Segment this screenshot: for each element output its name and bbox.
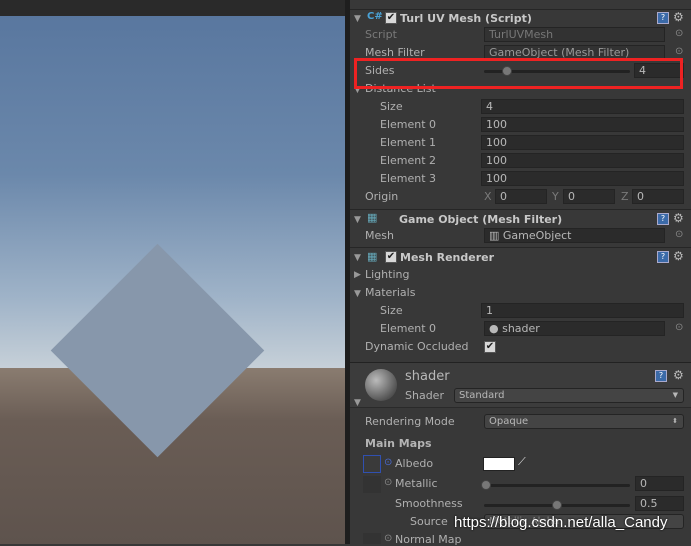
collapse-triangle-icon[interactable]: ▼ <box>354 398 361 408</box>
materials-size-label: Size <box>380 304 403 317</box>
texture-picker-icon[interactable]: ⊙ <box>384 533 392 544</box>
element-input[interactable]: 100 <box>481 171 684 186</box>
object-picker-icon[interactable]: ⊙ <box>675 322 683 333</box>
albedo-color-swatch[interactable] <box>483 457 515 471</box>
y-label: Y <box>552 190 559 203</box>
scene-toolbar <box>0 0 345 16</box>
texture-picker-icon[interactable]: ⊙ <box>384 477 392 488</box>
metallic-slider[interactable] <box>484 484 630 487</box>
origin-label: Origin <box>365 190 399 203</box>
element-label: Element 1 <box>380 136 437 149</box>
gear-icon[interactable]: ⚙ <box>673 10 684 24</box>
smoothness-slider-thumb[interactable] <box>552 500 562 510</box>
dynamic-occluded-label: Dynamic Occluded <box>365 340 469 353</box>
mesh-renderer-icon: ▦ <box>367 250 378 263</box>
mesh-label: Mesh <box>365 229 394 242</box>
x-label: X <box>484 190 492 203</box>
texture-picker-icon[interactable]: ⊙ <box>384 457 392 468</box>
object-picker-icon[interactable]: ⊙ <box>675 46 683 57</box>
scene-view[interactable] <box>0 0 345 544</box>
metallic-slider-thumb[interactable] <box>481 480 491 490</box>
collapse-triangle-icon[interactable]: ▼ <box>354 14 361 24</box>
element-label: Element 3 <box>380 172 437 185</box>
smoothness-label: Smoothness <box>395 497 463 510</box>
collapse-triangle-icon[interactable]: ▼ <box>354 253 361 263</box>
albedo-label: Albedo <box>395 457 434 470</box>
smoothness-input[interactable]: 0.5 <box>635 496 684 511</box>
albedo-texture-slot[interactable] <box>363 455 381 473</box>
origin-y-input[interactable]: 0 <box>563 189 615 204</box>
help-icon[interactable]: ? <box>657 213 669 225</box>
metallic-input[interactable]: 0 <box>635 476 684 491</box>
component-title: Game Object (Mesh Filter) <box>399 213 563 226</box>
material-name: shader <box>405 369 450 384</box>
gear-icon[interactable]: ⚙ <box>673 211 684 225</box>
materials-foldout[interactable]: Materials <box>365 286 415 299</box>
gear-icon[interactable]: ⚙ <box>673 368 684 382</box>
origin-x-input[interactable]: 0 <box>495 189 547 204</box>
size-input[interactable]: 4 <box>481 99 684 114</box>
material-field[interactable]: ● shader <box>484 321 665 336</box>
renderer-enabled-checkbox[interactable]: ✔ <box>385 251 397 263</box>
mesh-filter-icon: ▦ <box>367 211 378 224</box>
material-preview-sphere <box>365 369 397 401</box>
normal-map-label: Normal Map <box>395 533 462 546</box>
component-title: Mesh Renderer <box>400 251 495 264</box>
object-picker-icon[interactable]: ⊙ <box>675 229 683 240</box>
eyedropper-icon[interactable]: ⟋ <box>518 455 526 469</box>
element-input[interactable]: 100 <box>481 117 684 132</box>
normal-map-texture-slot[interactable] <box>363 533 381 544</box>
origin-z-input[interactable]: 0 <box>632 189 684 204</box>
collapse-triangle-icon[interactable]: ▼ <box>354 289 361 299</box>
main-maps-heading: Main Maps <box>365 437 432 450</box>
shader-dropdown[interactable]: Standard ▼ <box>454 388 684 403</box>
expand-triangle-icon[interactable]: ▶ <box>354 270 361 280</box>
element-input[interactable]: 100 <box>481 135 684 150</box>
element-input[interactable]: 100 <box>481 153 684 168</box>
materials-size-input[interactable]: 1 <box>481 303 684 318</box>
collapse-triangle-icon[interactable]: ▼ <box>354 215 361 225</box>
watermark: https://blog.csdn.net/alla_Candy <box>454 514 668 531</box>
highlight-box <box>354 58 683 89</box>
size-label: Size <box>380 100 403 113</box>
mesh-field[interactable]: ▥ GameObject <box>484 228 665 243</box>
component-title: Turl UV Mesh (Script) <box>400 12 532 25</box>
lighting-foldout[interactable]: Lighting <box>365 268 409 281</box>
dynamic-occluded-checkbox[interactable]: ✔ <box>484 341 496 353</box>
metallic-texture-slot[interactable] <box>363 476 381 493</box>
script-enabled-checkbox[interactable]: ✔ <box>385 12 397 24</box>
gear-icon[interactable]: ⚙ <box>673 249 684 263</box>
rendering-mode-dropdown[interactable]: Opaque ⬍ <box>484 414 684 429</box>
material-element-label: Element 0 <box>380 322 437 335</box>
metallic-label: Metallic <box>395 477 438 490</box>
element-label: Element 0 <box>380 118 437 131</box>
z-label: Z <box>621 190 629 203</box>
element-label: Element 2 <box>380 154 437 167</box>
rendering-mode-label: Rendering Mode <box>365 415 455 428</box>
shader-label: Shader <box>405 389 444 402</box>
csharp-script-icon: C# <box>367 11 383 22</box>
help-icon[interactable]: ? <box>655 370 667 382</box>
object-picker-icon[interactable]: ⊙ <box>675 28 683 39</box>
source-label: Source <box>410 515 448 528</box>
help-icon[interactable]: ? <box>657 251 669 263</box>
script-field[interactable]: TurlUVMesh <box>484 27 665 42</box>
script-label: Script <box>365 28 397 41</box>
help-icon[interactable]: ? <box>657 12 669 24</box>
